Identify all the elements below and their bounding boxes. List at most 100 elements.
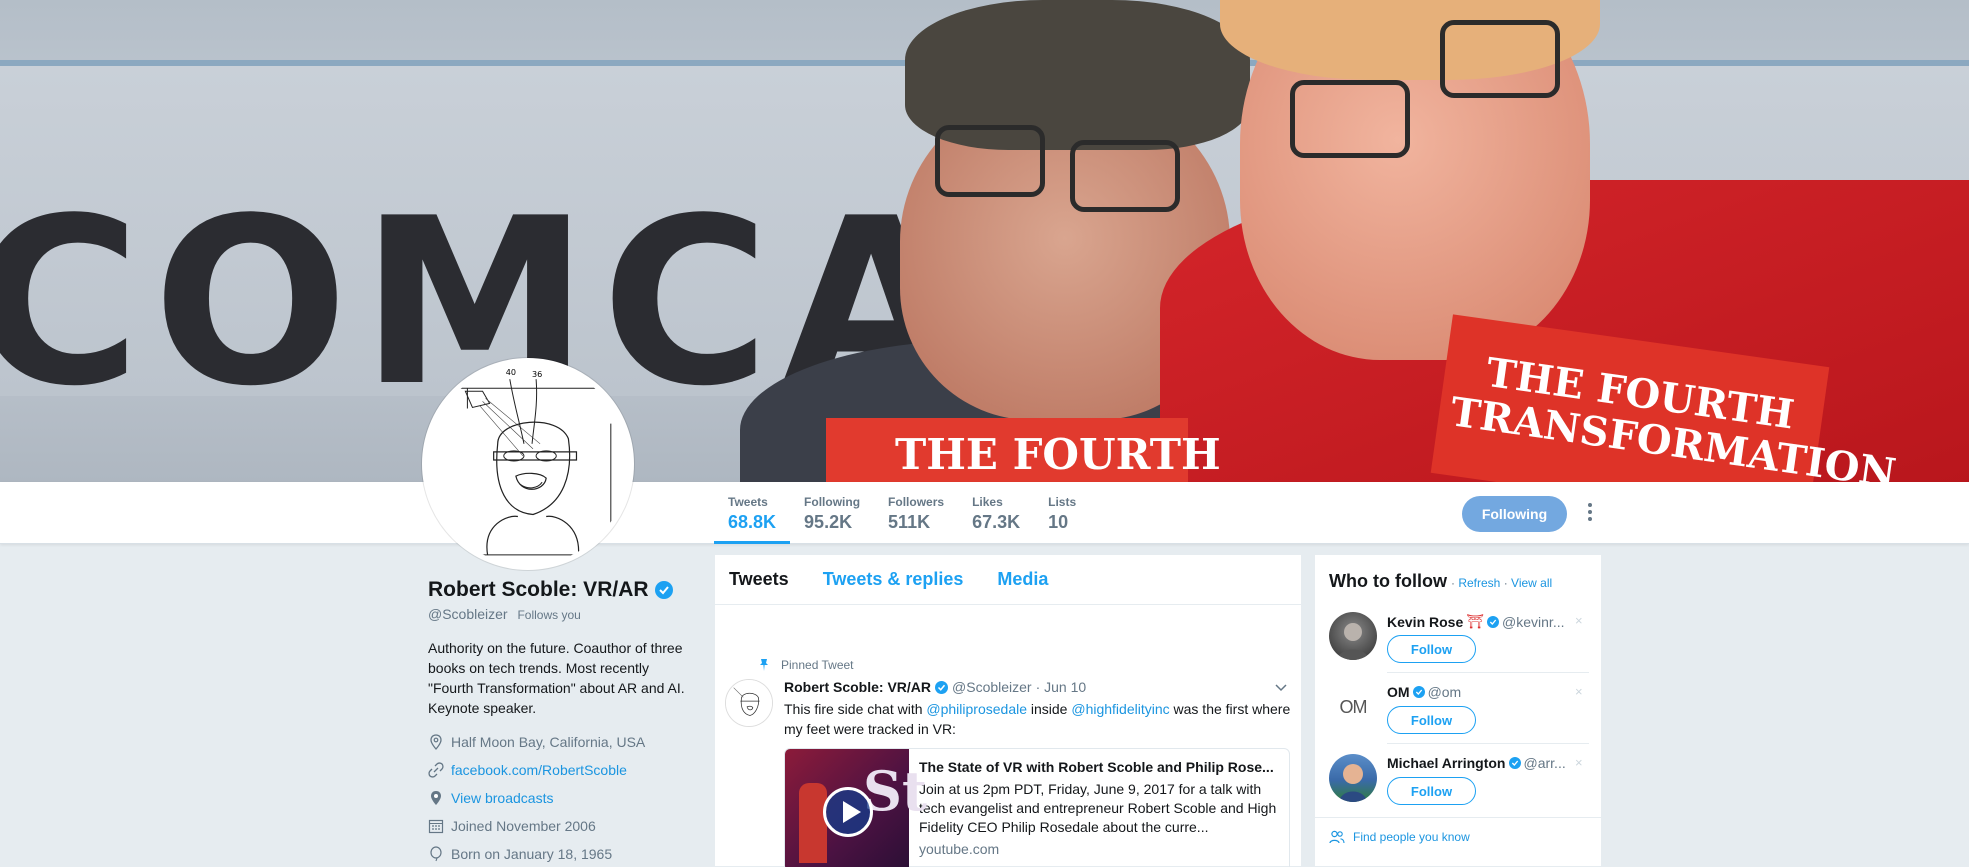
divider xyxy=(1387,672,1589,673)
card-description: Join at us 2pm PDT, Friday, June 9, 2017… xyxy=(919,781,1277,835)
wtf-header: Who to follow · Refresh · View all xyxy=(1315,555,1601,592)
profile-bio: Authority on the future. Coauthor of thr… xyxy=(428,640,685,716)
stat-value: 95.2K xyxy=(804,512,853,532)
avatar[interactable] xyxy=(1329,754,1377,802)
avatar[interactable]: OM xyxy=(1329,683,1377,731)
website-link[interactable]: facebook.com/RobertScoble xyxy=(451,762,627,778)
card-domain: youtube.com xyxy=(919,841,1000,857)
wtf-account[interactable]: OM OM @om × Follow xyxy=(1329,678,1589,748)
stat-value: 511K xyxy=(888,512,931,532)
who-to-follow: Who to follow · Refresh · View all Kevin… xyxy=(1314,554,1603,867)
mention-link[interactable]: @highfidelityinc xyxy=(1071,701,1169,717)
find-people-link[interactable]: Find people you know xyxy=(1353,830,1470,844)
tweet-avatar[interactable] xyxy=(725,679,773,727)
avatar-number-40: 40 xyxy=(506,367,516,377)
pinned-label: Pinned Tweet xyxy=(781,658,854,672)
card-thumbnail[interactable]: St xyxy=(785,749,927,867)
avatar[interactable] xyxy=(1329,612,1377,660)
profile-meta: Half Moon Bay, California, USA facebook.… xyxy=(428,728,698,867)
timeline: Tweets Tweets & replies Media Pinned Twe… xyxy=(714,554,1302,867)
verified-badge-icon xyxy=(654,581,673,599)
pin-icon xyxy=(760,659,768,671)
stat-value: 68.8K xyxy=(728,512,777,532)
link-icon xyxy=(428,762,444,778)
profile-stats: Tweets 68.8K Following 95.2K Followers 5… xyxy=(714,482,1090,544)
profile-card: Robert Scoble: VR/AR @Scobleizer Follows… xyxy=(428,578,698,867)
close-icon[interactable]: × xyxy=(1575,684,1583,699)
wtf-name-row: OM @om xyxy=(1387,684,1567,700)
close-icon[interactable]: × xyxy=(1575,613,1583,628)
born-text: Born on January 18, 1965 xyxy=(451,846,613,862)
stat-likes[interactable]: Likes 67.3K xyxy=(958,482,1034,544)
wtf-title: Who to follow xyxy=(1329,571,1447,591)
follow-button[interactable]: Follow xyxy=(1387,706,1476,734)
avatar-drawing: 40 36 xyxy=(427,363,629,565)
wtf-name[interactable]: OM xyxy=(1387,684,1410,700)
balloon-icon xyxy=(430,846,442,862)
glasses-right-2 xyxy=(1440,20,1560,98)
play-icon[interactable] xyxy=(823,787,873,837)
stat-label: Tweets xyxy=(728,495,768,509)
view-all-link[interactable]: View all xyxy=(1511,576,1552,590)
follows-you-badge: Follows you xyxy=(517,608,581,622)
profile-avatar[interactable]: 40 36 xyxy=(422,358,634,570)
profile-name[interactable]: Robert Scoble: VR/AR xyxy=(428,578,649,602)
stat-following[interactable]: Following 95.2K xyxy=(790,482,874,544)
wtf-account[interactable]: Kevin Rose ⛩ @kevinr... × Follow xyxy=(1329,607,1589,677)
handle-row: @Scobleizer Follows you xyxy=(428,606,698,622)
broadcasts-row: View broadcasts xyxy=(428,784,698,812)
following-button[interactable]: Following xyxy=(1462,496,1567,532)
tab-tweets[interactable]: Tweets xyxy=(729,569,789,590)
link-card[interactable]: St The State of VR with Robert Scoble an… xyxy=(784,748,1290,867)
follow-button[interactable]: Follow xyxy=(1387,635,1476,663)
tweet-author-name[interactable]: Robert Scoble: VR/AR xyxy=(784,679,931,695)
joined-text: Joined November 2006 xyxy=(451,818,596,834)
wtf-links: · Refresh · View all xyxy=(1451,576,1552,590)
tab-tweets-replies[interactable]: Tweets & replies xyxy=(823,569,964,590)
wtf-handle[interactable]: @kevinr... xyxy=(1502,614,1564,630)
more-options-icon[interactable] xyxy=(1582,500,1598,526)
tweet-text-part: inside xyxy=(1027,701,1072,717)
verified-badge-icon xyxy=(1487,615,1500,628)
glasses-left xyxy=(935,125,1045,197)
find-people-row[interactable]: Find people you know xyxy=(1315,817,1603,844)
glasses-left-2 xyxy=(1070,140,1180,212)
thumbnail-person xyxy=(799,783,827,863)
profile-banner[interactable]: COMCA W THE FOURTH THE FOURTH TRANSFORMA… xyxy=(0,0,1969,482)
profile-handle[interactable]: @Scobleizer xyxy=(428,606,508,622)
tweet-text: This fire side chat with @philiprosedale… xyxy=(784,699,1294,739)
stat-lists[interactable]: Lists 10 xyxy=(1034,482,1090,544)
chevron-down-icon[interactable] xyxy=(1275,681,1287,693)
tweet-date[interactable]: · Jun 10 xyxy=(1036,679,1087,695)
close-icon[interactable]: × xyxy=(1575,755,1583,770)
verified-badge-icon xyxy=(935,680,949,694)
stat-value: 67.3K xyxy=(972,512,1021,532)
mention-link[interactable]: @philiprosedale xyxy=(926,701,1027,717)
wtf-handle[interactable]: @arr... xyxy=(1524,755,1566,771)
follow-button[interactable]: Follow xyxy=(1387,777,1476,805)
om-logo-text: OM xyxy=(1339,696,1368,717)
wtf-name-row: Kevin Rose ⛩ @kevinr... xyxy=(1387,613,1567,630)
stat-followers[interactable]: Followers 511K xyxy=(874,482,958,544)
wtf-name-row: Michael Arrington @arr... xyxy=(1387,755,1567,771)
born-row: Born on January 18, 1965 xyxy=(428,840,698,867)
wtf-name[interactable]: Kevin Rose xyxy=(1387,614,1463,630)
tab-media[interactable]: Media xyxy=(997,569,1048,590)
website-row: facebook.com/RobertScoble xyxy=(428,756,698,784)
card-title: The State of VR with Robert Scoble and P… xyxy=(919,759,1274,775)
people-icon xyxy=(1329,830,1345,844)
profile-nav: Tweets 68.8K Following 95.2K Followers 5… xyxy=(0,482,1969,544)
stat-value: 10 xyxy=(1048,512,1069,532)
stat-tweets[interactable]: Tweets 68.8K xyxy=(714,482,791,544)
tweet-author-handle[interactable]: @Scobleizer xyxy=(952,679,1032,695)
stat-label: Followers xyxy=(888,495,945,509)
wtf-separator: · xyxy=(1450,576,1455,590)
wtf-name[interactable]: Michael Arrington xyxy=(1387,755,1506,771)
view-broadcasts-link[interactable]: View broadcasts xyxy=(451,790,553,806)
wtf-account[interactable]: Michael Arrington @arr... × Follow xyxy=(1329,749,1589,819)
refresh-link[interactable]: Refresh xyxy=(1458,576,1500,590)
joined-row: Joined November 2006 xyxy=(428,812,698,840)
wtf-handle[interactable]: @om xyxy=(1428,684,1462,700)
timeline-tabs: Tweets Tweets & replies Media xyxy=(715,555,1301,605)
stat-label: Lists xyxy=(1048,495,1077,509)
